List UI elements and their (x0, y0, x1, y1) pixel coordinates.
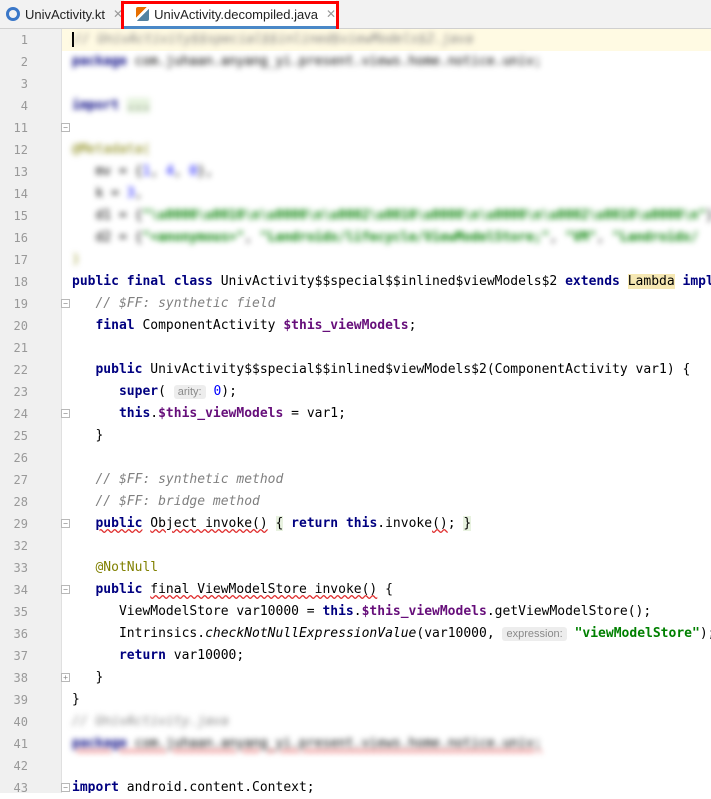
tab-label: UnivActivity.kt (25, 6, 105, 22)
line-number: 4 (20, 99, 28, 113)
code-line[interactable]: } (72, 425, 103, 447)
code-line[interactable]: package com.juhaan.anyang_yi.present.vie… (72, 733, 542, 755)
code-line[interactable]: } (72, 689, 80, 711)
code-line[interactable]: package com.juhaan.anyang_yi.present.vie… (72, 51, 542, 73)
code-line[interactable]: ) (72, 249, 80, 271)
line-number: 37 (13, 649, 28, 663)
code-line[interactable]: @Metadata( (72, 139, 150, 161)
code-line[interactable]: d2 = {"<anonymous>", "Landroidx/lifecycl… (72, 227, 698, 249)
code-line[interactable]: super( arity: 0); (72, 381, 237, 403)
line-number: 12 (13, 143, 28, 157)
code-line[interactable]: // $FF: bridge method (72, 491, 259, 513)
code-line[interactable]: return var10000; (72, 645, 244, 667)
code-line[interactable]: final ComponentActivity $this_viewModels… (72, 315, 416, 337)
line-number: 42 (13, 759, 28, 773)
code-line[interactable]: // $FF: synthetic field (72, 293, 275, 315)
code-line[interactable]: import ... (72, 95, 151, 117)
line-number: 22 (13, 363, 28, 377)
kotlin-file-icon (6, 7, 20, 21)
line-number: 35 (13, 605, 28, 619)
code-line[interactable]: // UnivActivity.java (72, 711, 229, 733)
line-number: 33 (13, 561, 28, 575)
code-line[interactable]: public final class UnivActivity$$special… (72, 271, 711, 293)
line-number: 27 (13, 473, 28, 487)
line-number: 34 (13, 583, 28, 597)
line-number: 21 (13, 341, 28, 355)
code-line[interactable]: ViewModelStore var10000 = this.$this_vie… (72, 601, 651, 623)
line-number: 16 (13, 231, 28, 245)
line-number: 29 (13, 517, 28, 531)
line-number: 19 (13, 297, 28, 311)
code-editor[interactable]: // UnivActivity$$special$$inlined$viewMo… (62, 29, 711, 793)
line-number: 23 (13, 385, 28, 399)
line-number: 32 (13, 539, 28, 553)
code-line[interactable]: d1 = {"\u0000\u0010\n\u0000\n\u0002\u001… (72, 205, 711, 227)
code-line[interactable]: // UnivActivity$$special$$inlined$viewMo… (72, 29, 473, 51)
line-number: 38 (13, 671, 28, 685)
code-line[interactable]: // $FF: synthetic method (72, 469, 283, 491)
line-number: 18 (13, 275, 28, 289)
line-number: 40 (13, 715, 28, 729)
line-number: 20 (13, 319, 28, 333)
line-number: 2 (20, 55, 28, 69)
code-line[interactable]: import android.content.Context; (72, 777, 315, 793)
line-number: 17 (13, 253, 28, 267)
line-numbers: 1 2 3 4 11 12 13 14 15 16 17 18 19 20 21 22 23 24 25 26 27 28… (0, 29, 62, 795)
line-number: 14 (13, 187, 28, 201)
line-number: 15 (13, 209, 28, 223)
line-number: 13 (13, 165, 28, 179)
line-number: 36 (13, 627, 28, 641)
tab-univactivity-kt[interactable]: UnivActivity.kt ✕ (6, 0, 123, 28)
code-line[interactable]: } (72, 667, 103, 689)
code-line[interactable]: public Object invoke() { return this.inv… (72, 513, 472, 535)
code-line[interactable]: public final ViewModelStore invoke() { (72, 579, 392, 601)
line-number: 3 (20, 77, 28, 91)
line-number: 25 (13, 429, 28, 443)
line-number: 41 (13, 737, 28, 751)
line-number: 11 (13, 121, 28, 135)
editor-tab-bar: UnivActivity.kt ✕ UnivActivity.decompile… (0, 0, 711, 29)
code-line[interactable]: public UnivActivity$$special$$inlined$vi… (72, 359, 690, 381)
line-number: 1 (20, 33, 28, 47)
line-number: 26 (13, 451, 28, 465)
line-number: 24 (13, 407, 28, 421)
line-number: 39 (13, 693, 28, 707)
line-number: 43 (13, 781, 28, 795)
code-line[interactable]: Intrinsics.checkNotNullExpressionValue(v… (72, 623, 711, 645)
code-line[interactable]: k = 3, (72, 183, 142, 205)
code-line[interactable]: @NotNull (72, 557, 158, 579)
code-line[interactable]: mv = {1, 4, 0}, (72, 161, 212, 183)
code-line[interactable]: this.$this_viewModels = var1; (72, 403, 346, 425)
line-number: 28 (13, 495, 28, 509)
